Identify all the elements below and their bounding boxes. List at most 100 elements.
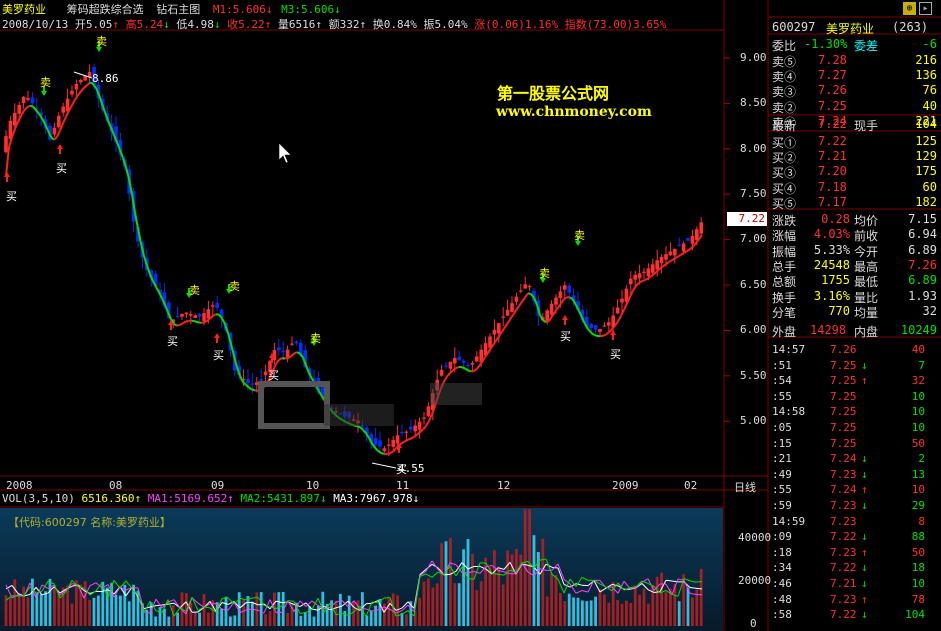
ma-line-segment: [53, 136, 58, 141]
stat-value: 1.93: [908, 288, 937, 303]
tick-time: :34: [772, 561, 792, 575]
tick-row: :09 7.22 ↓ 88: [770, 530, 939, 546]
stock-tab[interactable]: 美罗药业: [2, 3, 46, 16]
ma-line-segment: [179, 322, 184, 326]
ma-line-segment: [503, 323, 508, 330]
ma-line-segment: [20, 110, 25, 117]
volume-ma-line: [383, 596, 391, 599]
vol-indicator-name[interactable]: VOL(3,5,10): [2, 492, 75, 505]
quote-title: 600297 美罗药业 (263): [770, 20, 939, 36]
volume-header: VOL(3,5,10) 6516.360↑ MA1:5169.652↑ MA2:…: [2, 492, 419, 505]
ask-price: 7.27: [818, 68, 847, 83]
volume-bar: [158, 607, 162, 626]
weicha-value: -6: [922, 37, 937, 51]
tick-row: :21 7.24 ↓ 2: [770, 452, 939, 468]
ma-line-segment: [197, 321, 202, 324]
ma-line-segment: [494, 337, 499, 343]
price-tick: 6.00: [740, 323, 767, 336]
tick-row: :51 7.25 ↓ 7: [770, 359, 939, 375]
volume-bar: [374, 605, 377, 626]
volume-bar: [119, 595, 122, 626]
volume-bar: [88, 599, 91, 626]
time-label: 2009: [612, 479, 639, 492]
ma-line-segment: [203, 320, 208, 324]
candle-body: [215, 302, 219, 309]
buy-signal: 买: [396, 463, 407, 476]
volume-bar: [585, 601, 589, 626]
tick-volume: 40: [911, 343, 925, 356]
candle-body: [668, 251, 673, 256]
volume-ma-line: [251, 596, 259, 599]
sell-signal: 卖: [40, 76, 51, 89]
candle-body: [695, 229, 699, 241]
candle-body: [567, 285, 571, 293]
buy-signal: 买: [6, 190, 17, 203]
stat-value: 6.89: [908, 242, 937, 257]
down-arrow-icon: ↓: [163, 18, 170, 31]
candle-body: [549, 303, 554, 315]
ask-row: 卖⑤ 7.28 216: [770, 53, 939, 69]
candle-body: [387, 444, 391, 446]
tick-volume: 50: [911, 436, 925, 450]
candle-body: [17, 104, 21, 114]
bid-row: 买④ 7.18 60: [770, 180, 939, 196]
ma-line-segment: [182, 320, 187, 325]
tick-price: 7.23: [830, 499, 857, 512]
candle-body: [395, 435, 400, 444]
tick-row: 14:57 7.26 40: [770, 343, 939, 359]
tick-time: 14:58: [772, 405, 806, 419]
ma-line-segment: [467, 369, 472, 373]
ma-line-segment: [635, 282, 640, 287]
ma-line-segment: [419, 428, 424, 433]
vol-ma1: MA1:5169.652: [147, 492, 228, 505]
up-arrow-icon: ↑: [134, 492, 142, 505]
candle-body: [175, 315, 180, 317]
stat-value: 4.03%: [813, 227, 850, 242]
candle-body: [466, 364, 470, 367]
candle-body: [505, 309, 510, 316]
up-arrow-icon: ↑: [112, 18, 119, 31]
ma-line-segment: [356, 425, 361, 429]
volume-bar: [677, 601, 681, 626]
buy-signal: 买: [268, 369, 279, 382]
candle-body: [519, 290, 523, 292]
volume-bar: [554, 574, 558, 626]
lock-icon[interactable]: ⊕: [903, 2, 916, 15]
candle-body: [690, 235, 695, 244]
volume-bar: [387, 598, 391, 626]
current-price-marker: 7.22: [727, 212, 767, 226]
candle-body: [664, 254, 668, 260]
up-arrow-icon: ↑: [315, 18, 322, 31]
tick-volume: 29: [911, 499, 925, 512]
candle-body: [21, 96, 26, 104]
ma-line-segment: [560, 298, 565, 305]
ma-line-segment: [23, 106, 28, 112]
volume-bar: [97, 595, 100, 626]
stat-value: 7.26: [908, 257, 937, 272]
ma-line-segment: [506, 318, 511, 325]
vol-ma2: MA2:5431.897: [240, 492, 320, 505]
bar-amplitude: 振5.04%: [423, 18, 468, 31]
candle-body: [180, 314, 184, 317]
price-tick: 9.00: [740, 51, 767, 64]
volume-bar: [277, 592, 281, 626]
high-price-label: 8.86: [92, 72, 119, 85]
period-label[interactable]: 日线: [734, 479, 756, 495]
buy-signal: 买: [560, 330, 571, 343]
candle-body: [250, 383, 255, 385]
bid-volume: 129: [915, 149, 937, 164]
tick-row: :49 7.23 ↓ 13: [770, 468, 939, 484]
toggle-panel-icon[interactable]: ▸: [919, 2, 932, 15]
ma-line-segment: [407, 437, 412, 441]
sell-signal: 卖: [539, 267, 550, 280]
ask-price: 7.26: [818, 83, 847, 98]
indicator-name[interactable]: 筹码超跌综合选: [67, 3, 144, 16]
tick-volume: 18: [911, 561, 925, 575]
tick-price: 7.24: [830, 483, 857, 497]
sell-signal: 卖: [229, 280, 240, 293]
volume-bar: [440, 543, 443, 626]
ma-line-segment: [275, 359, 280, 365]
bar-turnover: 换0.84%: [372, 18, 417, 31]
candle-body: [646, 268, 651, 277]
volume-bar: [449, 537, 452, 626]
